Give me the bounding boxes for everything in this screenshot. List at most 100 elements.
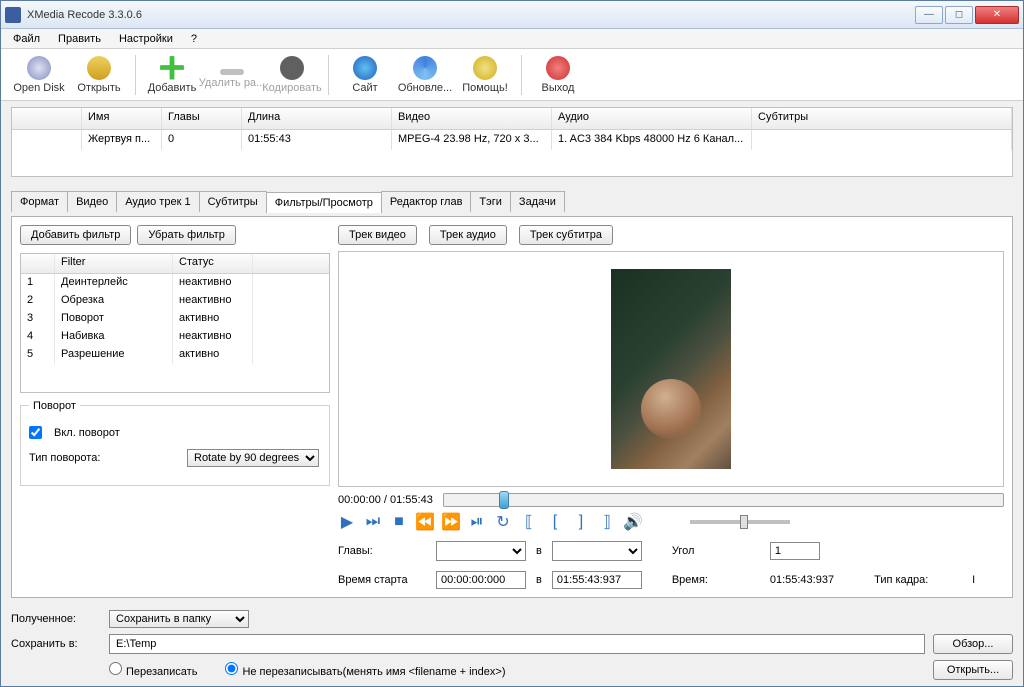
- stop-icon[interactable]: ■: [390, 513, 408, 531]
- player-controls: ▶ ⏭ ■ ⏪ ⏩ ⏯ ↻ ⟦ [ ] ⟧ 🔊: [338, 513, 1004, 531]
- menu-settings[interactable]: Настройки: [111, 31, 181, 47]
- track-video-button[interactable]: Трек видео: [338, 225, 417, 245]
- browse-button[interactable]: Обзор...: [933, 634, 1013, 654]
- add-filter-button[interactable]: Добавить фильтр: [20, 225, 131, 245]
- plus-icon: [160, 56, 184, 80]
- rotate-legend: Поворот: [29, 400, 80, 412]
- received-label: Полученное:: [11, 613, 101, 625]
- chapters-label: Главы:: [338, 545, 426, 557]
- disk-icon: [27, 56, 51, 80]
- removeall-button[interactable]: Удалить ра...: [202, 51, 262, 99]
- filter-row: 2Обрезканеактивно: [21, 292, 329, 310]
- sound-icon[interactable]: 🔊: [624, 513, 642, 531]
- filter-row: 1Деинтерлейснеактивно: [21, 274, 329, 292]
- start-label: Время старта: [338, 574, 426, 586]
- filter-row: 5Разрешениеактивно: [21, 346, 329, 364]
- tab-jobs[interactable]: Задачи: [510, 191, 565, 212]
- encode-icon: [280, 56, 304, 80]
- track-sub-button[interactable]: Трек субтитра: [519, 225, 613, 245]
- globe-icon: [353, 56, 377, 80]
- frametype-label: Тип кадра:: [874, 574, 962, 586]
- tab-filters[interactable]: Фильтры/Просмотр: [266, 192, 382, 213]
- track-audio-button[interactable]: Трек аудио: [429, 225, 507, 245]
- tab-chapters[interactable]: Редактор глав: [381, 191, 472, 212]
- app-icon: [5, 7, 21, 23]
- app-window: XMedia Recode 3.3.0.6 — ◻ ✕ Файл Править…: [0, 0, 1024, 687]
- file-grid[interactable]: Имя Главы Длина Видео Аудио Субтитры Жер…: [11, 107, 1013, 177]
- window-title: XMedia Recode 3.3.0.6: [27, 9, 915, 21]
- loop-icon[interactable]: ↻: [494, 513, 512, 531]
- play-icon[interactable]: ▶: [338, 513, 356, 531]
- no-overwrite-radio[interactable]: [225, 662, 238, 675]
- step-icon[interactable]: ⏯: [468, 513, 486, 531]
- next-icon[interactable]: ⏭: [364, 513, 382, 531]
- mark-out-icon[interactable]: ⟧: [598, 513, 616, 531]
- enable-rotate-label: Вкл. поворот: [54, 427, 120, 439]
- exit-button[interactable]: Выход: [528, 51, 588, 99]
- mark-in-icon[interactable]: ⟦: [520, 513, 538, 531]
- angle-spinner[interactable]: [770, 542, 820, 560]
- update-button[interactable]: Обновле...: [395, 51, 455, 99]
- open-folder-button[interactable]: Открыть...: [933, 660, 1013, 680]
- open-button[interactable]: Открыть: [69, 51, 129, 99]
- chapter-start-select[interactable]: [436, 541, 526, 561]
- maximize-button[interactable]: ◻: [945, 6, 973, 24]
- rotate-type-label: Тип поворота:: [29, 452, 179, 464]
- tab-format[interactable]: Формат: [11, 191, 68, 212]
- help-icon: [473, 56, 497, 80]
- end-time-input[interactable]: [552, 571, 642, 589]
- tabs: Формат Видео Аудио трек 1 Субтитры Фильт…: [11, 191, 1013, 212]
- overwrite-radio-label[interactable]: Перезаписать: [109, 662, 197, 678]
- rewind-icon[interactable]: ⏪: [416, 513, 434, 531]
- filters-panel: Добавить фильтр Убрать фильтр Filter Ста…: [11, 216, 1013, 598]
- frametype-value: I: [972, 574, 975, 586]
- duration-value: 01:55:43:937: [770, 574, 834, 586]
- menu-help[interactable]: ?: [183, 31, 205, 47]
- refresh-icon: [413, 56, 437, 80]
- tab-audio[interactable]: Аудио трек 1: [116, 191, 199, 212]
- filter-row: 3Поворотактивно: [21, 310, 329, 328]
- rotate-fieldset: Поворот Вкл. поворот Тип поворота: Rotat…: [20, 405, 330, 486]
- filter-row: 4Набивканеактивно: [21, 328, 329, 346]
- menu-edit[interactable]: Править: [50, 31, 109, 47]
- rotate-type-select[interactable]: Rotate by 90 degrees: [187, 449, 319, 467]
- help-button[interactable]: Помощь!: [455, 51, 515, 99]
- toolbar: Open Disk Открыть Добавить Удалить ра...…: [1, 49, 1023, 101]
- opendisk-button[interactable]: Open Disk: [9, 51, 69, 99]
- file-row[interactable]: Жертвуя п... 0 01:55:43 MPEG-4 23.98 Hz,…: [12, 130, 1012, 150]
- minus-icon: [220, 69, 244, 75]
- forward-icon[interactable]: ⏩: [442, 513, 460, 531]
- enable-rotate-checkbox[interactable]: [29, 426, 42, 439]
- savein-label: Сохранить в:: [11, 638, 101, 650]
- remove-filter-button[interactable]: Убрать фильтр: [137, 225, 236, 245]
- minimize-button[interactable]: —: [915, 6, 943, 24]
- preview-area: [338, 251, 1004, 487]
- tab-video[interactable]: Видео: [67, 191, 117, 212]
- encode-button[interactable]: Кодировать: [262, 51, 322, 99]
- start-time-input[interactable]: [436, 571, 526, 589]
- angle-label: Угол: [672, 545, 760, 557]
- time-display: 00:00:00 / 01:55:43: [338, 494, 433, 506]
- no-overwrite-radio-label[interactable]: Не перезаписывать(менять имя <filename +…: [225, 662, 505, 678]
- titlebar[interactable]: XMedia Recode 3.3.0.6 — ◻ ✕: [1, 1, 1023, 29]
- menubar: Файл Править Настройки ?: [1, 29, 1023, 49]
- overwrite-radio[interactable]: [109, 662, 122, 675]
- duration-label: Время:: [672, 574, 760, 586]
- bracket-left-icon[interactable]: [: [546, 513, 564, 531]
- preview-image: [611, 269, 731, 469]
- volume-slider[interactable]: [690, 520, 790, 524]
- savein-input[interactable]: [109, 634, 925, 654]
- site-button[interactable]: Сайт: [335, 51, 395, 99]
- menu-file[interactable]: Файл: [5, 31, 48, 47]
- add-button[interactable]: Добавить: [142, 51, 202, 99]
- tab-subs[interactable]: Субтитры: [199, 191, 267, 212]
- bottom-panel: Полученное: Сохранить в папку Сохранить …: [1, 604, 1023, 686]
- received-select[interactable]: Сохранить в папку: [109, 610, 249, 628]
- bracket-right-icon[interactable]: ]: [572, 513, 590, 531]
- filter-grid[interactable]: Filter Статус 1Деинтерлейснеактивно 2Обр…: [20, 253, 330, 393]
- tab-tags[interactable]: Тэги: [470, 191, 511, 212]
- close-button[interactable]: ✕: [975, 6, 1019, 24]
- chapter-end-select[interactable]: [552, 541, 642, 561]
- file-grid-header: Имя Главы Длина Видео Аудио Субтитры: [12, 108, 1012, 130]
- timeline-slider[interactable]: [443, 493, 1004, 507]
